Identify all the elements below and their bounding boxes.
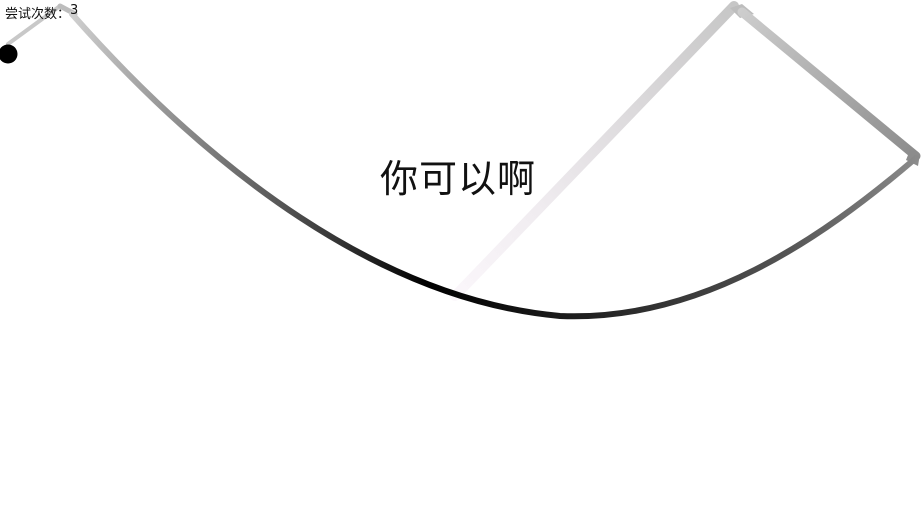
ball[interactable] bbox=[0, 44, 18, 64]
attempts-count: 3 bbox=[70, 3, 79, 18]
attempts-counter: 尝试次数： 3 bbox=[5, 3, 78, 22]
track-drawing bbox=[0, 1, 921, 320]
game-canvas[interactable]: 尝试次数： 3 你可以啊 bbox=[0, 0, 923, 519]
track-right-descent bbox=[737, 7, 921, 161]
attempts-label: 尝试次数： bbox=[5, 7, 71, 22]
success-message: 你可以啊 bbox=[380, 157, 537, 201]
